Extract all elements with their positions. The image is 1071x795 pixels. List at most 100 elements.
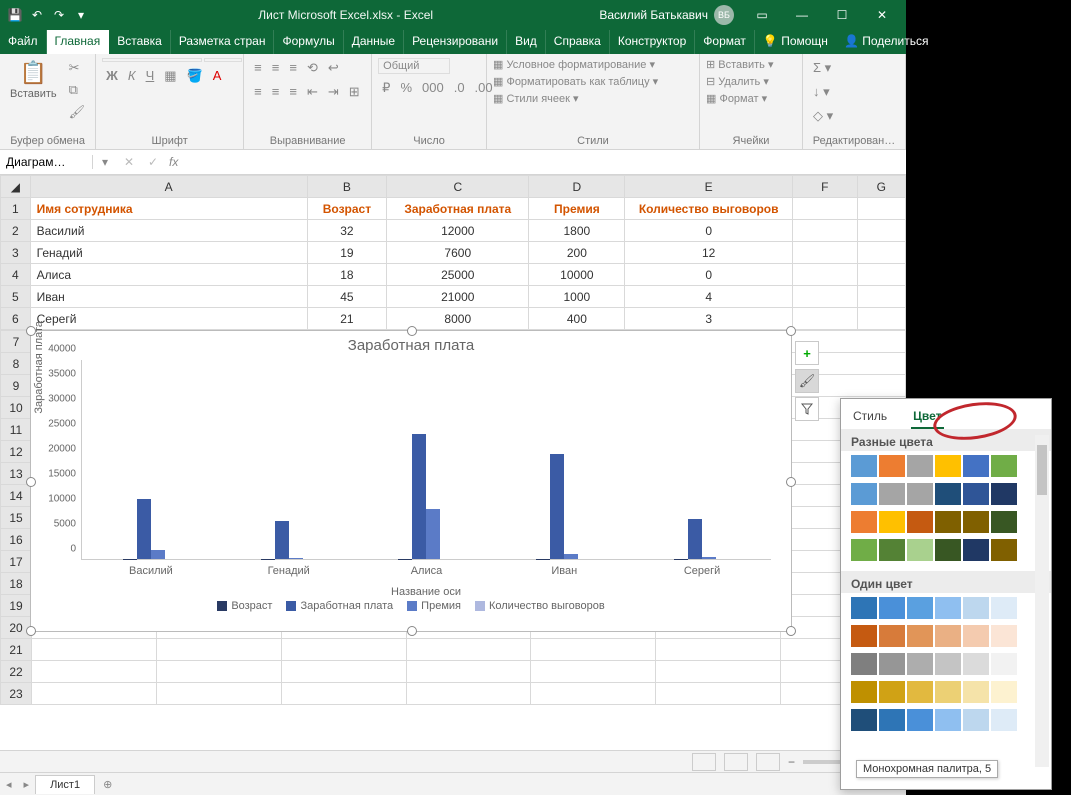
tab-help[interactable]: Справка [546, 30, 610, 54]
tab-data[interactable]: Данные [344, 30, 404, 54]
row-header[interactable]: 3 [1, 242, 31, 264]
row-header[interactable]: 6 [1, 308, 31, 330]
currency-icon[interactable]: ₽ [378, 78, 394, 98]
cell[interactable]: Иван [30, 286, 307, 308]
cell[interactable]: 7600 [387, 242, 529, 264]
formula-input[interactable] [182, 155, 906, 169]
italic-button[interactable]: К [124, 66, 140, 86]
align-center-icon[interactable]: ≡ [268, 82, 284, 102]
row-header[interactable]: 11 [1, 419, 32, 441]
format-painter-icon[interactable]: 🖌 [65, 102, 90, 122]
row-header[interactable]: 19 [1, 595, 32, 617]
font-size-combo[interactable] [204, 58, 242, 62]
copy-icon[interactable]: ⧉ [65, 80, 90, 100]
cell[interactable]: 12000 [387, 220, 529, 242]
palette-option[interactable] [851, 597, 1041, 619]
bold-button[interactable]: Ж [102, 66, 122, 86]
chart-elements-button[interactable]: + [795, 341, 819, 365]
comma-icon[interactable]: 000 [418, 78, 448, 98]
col-header[interactable]: B [307, 176, 387, 198]
cell[interactable]: 12 [625, 242, 792, 264]
tab-format[interactable]: Формат [695, 30, 755, 54]
row-header[interactable]: 22 [1, 661, 32, 683]
tab-insert[interactable]: Вставка [109, 30, 171, 54]
orientation-icon[interactable]: ⟲ [303, 58, 322, 78]
delete-cells-button[interactable]: ⊟ Удалить ▾ [706, 75, 769, 88]
minimize-icon[interactable]: — [782, 0, 822, 30]
sheet-nav-prev-icon[interactable]: ◂ [0, 778, 18, 791]
format-cells-button[interactable]: ▦ Формат ▾ [706, 92, 767, 105]
percent-icon[interactable]: % [396, 78, 416, 98]
col-header[interactable]: C [387, 176, 529, 198]
autosum-icon[interactable]: Σ ▾ [809, 58, 835, 78]
tab-design[interactable]: Конструктор [610, 30, 695, 54]
col-header[interactable]: E [625, 176, 792, 198]
chart-plot-area[interactable]: Заработная плата Название оси 0500010000… [81, 360, 771, 560]
col-header[interactable]: D [529, 176, 625, 198]
cell-styles-button[interactable]: ▦ Стили ячеек ▾ [493, 92, 579, 105]
align-mid-icon[interactable]: ≡ [268, 58, 284, 78]
row-header[interactable]: 2 [1, 220, 31, 242]
enter-formula-icon[interactable]: ✓ [141, 155, 165, 169]
save-icon[interactable]: 💾 [4, 4, 26, 26]
row-header[interactable]: 9 [1, 375, 32, 397]
palette-option[interactable] [851, 455, 1041, 477]
row-header[interactable]: 1 [1, 198, 31, 220]
cut-icon[interactable]: ✂ [65, 58, 90, 78]
cell[interactable]: 1800 [529, 220, 625, 242]
col-header[interactable]: G [857, 176, 905, 198]
qat-customize-icon[interactable]: ▾ [70, 4, 92, 26]
name-box-dropdown-icon[interactable]: ▾ [93, 155, 117, 169]
number-format-combo[interactable]: Общий [378, 58, 450, 74]
ribbon-options-icon[interactable]: ▭ [742, 0, 782, 30]
tab-formulas[interactable]: Формулы [274, 30, 343, 54]
align-top-icon[interactable]: ≡ [250, 58, 266, 78]
tab-layout[interactable]: Разметка стран [171, 30, 275, 54]
palette-option[interactable] [851, 511, 1041, 533]
cell[interactable]: Заработная плата [387, 198, 529, 220]
cancel-formula-icon[interactable]: ✕ [117, 155, 141, 169]
row-header[interactable]: 5 [1, 286, 31, 308]
font-color-button[interactable]: А [209, 66, 226, 86]
underline-button[interactable]: Ч [142, 66, 159, 86]
palette-option[interactable] [851, 709, 1041, 731]
tab-home[interactable]: Главная [47, 30, 110, 54]
clear-icon[interactable]: ◇ ▾ [809, 106, 837, 126]
tab-view[interactable]: Вид [507, 30, 546, 54]
insert-cells-button[interactable]: ⊞ Вставить ▾ [706, 58, 774, 71]
cell[interactable]: 400 [529, 308, 625, 330]
cell[interactable]: 25000 [387, 264, 529, 286]
cell[interactable]: 45 [307, 286, 387, 308]
row-header[interactable]: 4 [1, 264, 31, 286]
cell[interactable]: Премия [529, 198, 625, 220]
cell[interactable]: Возраст [307, 198, 387, 220]
palette-option[interactable] [851, 681, 1041, 703]
maximize-icon[interactable]: ☐ [822, 0, 862, 30]
palette-option[interactable] [851, 653, 1041, 675]
row-header[interactable]: 10 [1, 397, 32, 419]
cell[interactable]: Василий [30, 220, 307, 242]
name-box[interactable] [0, 155, 93, 169]
cell[interactable]: 4 [625, 286, 792, 308]
sheet-tab[interactable]: Лист1 [35, 775, 95, 794]
tab-share[interactable]: 👤 Поделиться [836, 30, 937, 54]
tab-review[interactable]: Рецензировани [404, 30, 507, 54]
cell[interactable]: 21 [307, 308, 387, 330]
redo-icon[interactable]: ↷ [48, 4, 70, 26]
cell[interactable]: 0 [625, 220, 792, 242]
flyout-scrollbar[interactable] [1035, 435, 1049, 767]
cell[interactable]: 21000 [387, 286, 529, 308]
close-icon[interactable]: ✕ [862, 0, 902, 30]
conditional-formatting-button[interactable]: ▦ Условное форматирование ▾ [493, 58, 655, 71]
select-all[interactable]: ◢ [1, 176, 31, 198]
fill-color-icon[interactable]: 🪣 [183, 66, 207, 86]
legend-item[interactable]: Премия [407, 600, 461, 612]
row-header[interactable]: 21 [1, 639, 32, 661]
new-sheet-icon[interactable]: ⊕ [95, 778, 120, 791]
palette-option[interactable] [851, 539, 1041, 561]
indent-inc-icon[interactable]: ⇥ [324, 82, 343, 102]
chart-styles-button[interactable]: 🖌 [795, 369, 819, 393]
wrap-text-icon[interactable]: ↩ [324, 58, 343, 78]
merge-icon[interactable]: ⊞ [345, 82, 364, 102]
legend-item[interactable]: Заработная плата [286, 600, 393, 612]
